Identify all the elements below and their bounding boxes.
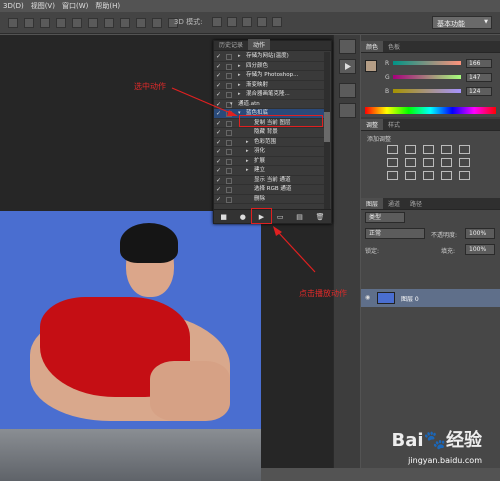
annotation-click-play: 点击播放动作 [299, 289, 347, 298]
annotation-select-action: 选中动作 [134, 82, 166, 91]
baidu-watermark-url: jingyan.baidu.com [408, 456, 482, 465]
annotation-arrows [171, 87, 316, 273]
baidu-watermark-logo: Bai🐾经验 [391, 430, 482, 451]
